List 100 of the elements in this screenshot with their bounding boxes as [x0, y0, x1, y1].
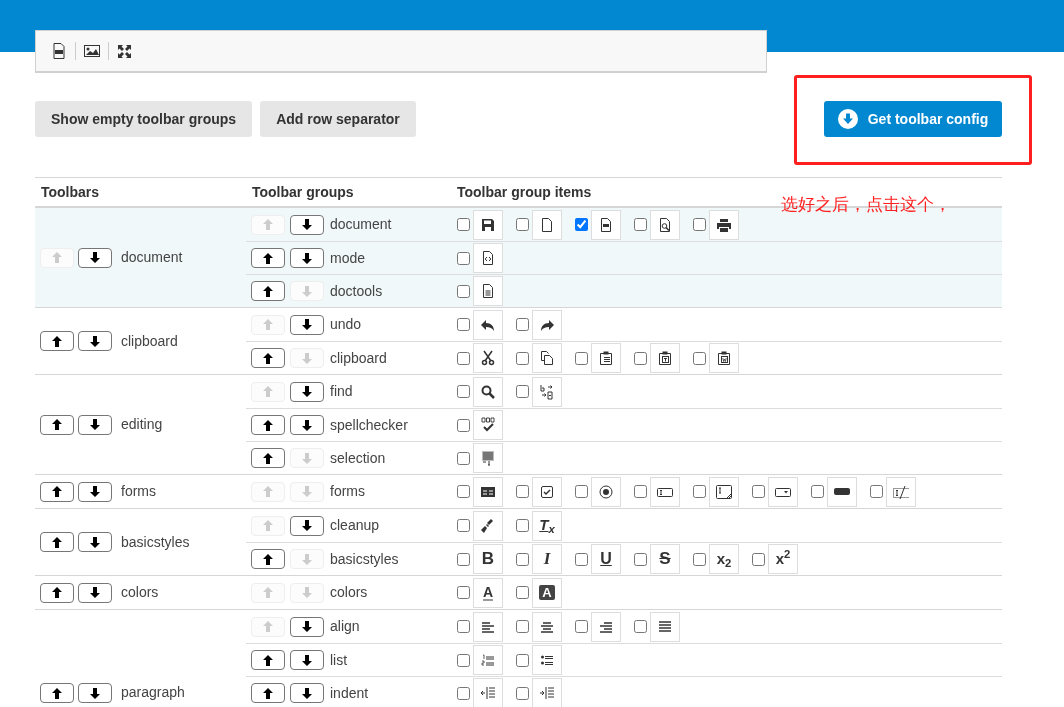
move-up-button[interactable]	[251, 683, 285, 703]
move-down-button[interactable]	[78, 683, 112, 703]
toolbar-item-button[interactable]	[532, 645, 562, 675]
move-down-button[interactable]	[290, 415, 324, 435]
move-down-button[interactable]	[78, 414, 112, 435]
move-up-button[interactable]	[40, 331, 74, 351]
toolbar-item-button[interactable]	[532, 476, 562, 507]
item-checkbox[interactable]	[457, 686, 470, 700]
toolbar-item-button[interactable]	[473, 611, 503, 642]
move-down-button[interactable]	[78, 331, 112, 351]
move-up-button[interactable]	[40, 532, 74, 552]
item-checkbox[interactable]	[457, 552, 470, 566]
superscript-button[interactable]: x$^{2}$	[768, 544, 798, 574]
remove-format-button[interactable]: T$_{x}$	[532, 510, 562, 541]
move-down-button[interactable]	[290, 683, 324, 703]
item-checkbox[interactable]	[457, 218, 470, 231]
item-checkbox[interactable]	[693, 218, 706, 231]
item-checkbox[interactable]	[457, 351, 470, 365]
toolbar-item-button[interactable]	[473, 276, 503, 306]
item-checkbox[interactable]	[575, 620, 588, 633]
image-icon[interactable]	[84, 44, 100, 58]
item-checkbox[interactable]	[516, 485, 529, 498]
toolbar-item-button[interactable]	[650, 476, 680, 507]
toolbar-item-button[interactable]	[473, 410, 503, 440]
toolbar-item-button[interactable]	[473, 476, 503, 507]
item-checkbox[interactable]	[516, 653, 529, 667]
item-checkbox[interactable]	[457, 385, 470, 398]
toolbar-item-button[interactable]	[650, 343, 680, 373]
toolbar-item-button[interactable]	[473, 209, 503, 240]
item-checkbox[interactable]	[457, 485, 470, 498]
toolbar-item-button[interactable]	[591, 611, 621, 642]
item-checkbox[interactable]	[575, 218, 588, 231]
item-checkbox[interactable]	[634, 351, 647, 365]
move-down-button[interactable]	[78, 481, 112, 502]
item-checkbox[interactable]	[575, 552, 588, 566]
move-up-button[interactable]	[40, 481, 74, 502]
item-checkbox[interactable]	[752, 485, 765, 498]
toolbar-item-button[interactable]	[591, 209, 621, 240]
item-checkbox[interactable]	[634, 485, 647, 498]
toolbar-item-button[interactable]	[709, 343, 739, 373]
toolbar-item-button[interactable]	[709, 209, 739, 240]
item-checkbox[interactable]	[457, 284, 470, 298]
subscript-button[interactable]: x$_{2}$	[709, 544, 739, 574]
toolbar-item-button[interactable]	[768, 476, 798, 507]
item-checkbox[interactable]	[516, 519, 529, 532]
item-checkbox[interactable]	[811, 485, 824, 498]
move-up-button[interactable]	[251, 650, 285, 670]
item-checkbox[interactable]	[634, 620, 647, 633]
item-checkbox[interactable]	[457, 451, 470, 465]
item-checkbox[interactable]	[516, 318, 529, 331]
maximize-icon[interactable]	[117, 43, 132, 59]
item-checkbox[interactable]	[457, 251, 470, 265]
italic-button[interactable]: I	[532, 544, 562, 574]
toolbar-item-button[interactable]	[532, 209, 562, 240]
action-button[interactable]: Show empty toolbar groups	[35, 101, 253, 137]
item-checkbox[interactable]	[634, 218, 647, 231]
item-checkbox[interactable]	[516, 218, 529, 231]
item-checkbox[interactable]	[693, 552, 706, 566]
item-checkbox[interactable]	[516, 351, 529, 365]
text-color-button[interactable]: A	[473, 577, 503, 608]
item-checkbox[interactable]	[457, 586, 470, 599]
item-checkbox[interactable]	[693, 351, 706, 365]
toolbar-item-button[interactable]	[532, 343, 562, 373]
move-up-button[interactable]	[40, 683, 74, 703]
move-down-button[interactable]	[290, 650, 324, 670]
toolbar-item-button[interactable]	[532, 309, 562, 340]
move-up-button[interactable]	[251, 415, 285, 435]
toolbar-item-button[interactable]	[709, 476, 739, 507]
move-down-button[interactable]	[290, 214, 324, 235]
move-up-button[interactable]	[251, 248, 285, 268]
toolbar-item-button[interactable]	[473, 510, 503, 541]
toolbar-item-button[interactable]	[650, 209, 680, 240]
move-down-button[interactable]	[78, 582, 112, 603]
item-checkbox[interactable]	[457, 318, 470, 331]
item-checkbox[interactable]	[752, 552, 765, 566]
move-down-button[interactable]	[78, 532, 112, 552]
move-down-button[interactable]	[290, 515, 324, 536]
move-up-button[interactable]	[251, 549, 285, 569]
move-up-button[interactable]	[251, 348, 285, 368]
toolbar-item-button[interactable]	[591, 476, 621, 507]
item-checkbox[interactable]	[516, 620, 529, 633]
underline-button[interactable]: U	[591, 544, 621, 574]
get-config-button[interactable]: Get toolbar config	[824, 101, 1002, 137]
background-color-button[interactable]: A	[532, 577, 562, 608]
move-up-button[interactable]	[251, 448, 285, 468]
toolbar-item-button[interactable]	[473, 376, 503, 407]
item-checkbox[interactable]	[516, 686, 529, 700]
item-checkbox[interactable]	[457, 653, 470, 667]
move-down-button[interactable]	[290, 248, 324, 268]
item-checkbox[interactable]	[516, 552, 529, 566]
move-down-button[interactable]	[290, 314, 324, 335]
toolbar-item-button[interactable]	[650, 611, 680, 642]
item-checkbox[interactable]	[516, 385, 529, 398]
toolbar-item-button[interactable]	[532, 611, 562, 642]
strikethrough-button[interactable]: S	[650, 544, 680, 574]
item-checkbox[interactable]	[516, 586, 529, 599]
pdf-file-icon[interactable]	[51, 42, 67, 60]
move-down-button[interactable]	[290, 381, 324, 402]
move-down-button[interactable]	[290, 616, 324, 637]
item-checkbox[interactable]	[457, 519, 470, 532]
